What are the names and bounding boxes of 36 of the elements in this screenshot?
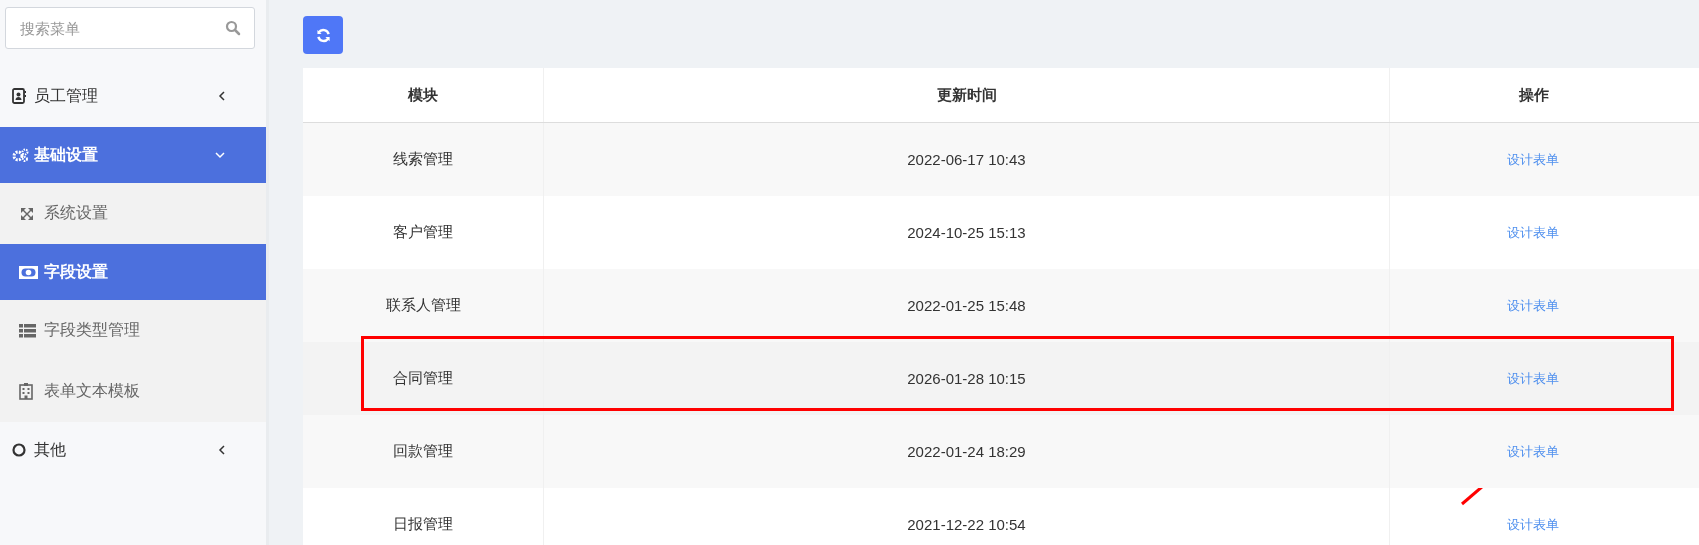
table-cell: 2022-06-17 10:43 [544,123,1390,196]
caret-down-icon [214,151,226,159]
search-field[interactable]: 搜索菜单 [5,7,255,49]
submenu-item[interactable]: 字段类型管理 [0,300,266,361]
design-form-link[interactable]: 设计表单 [1507,515,1559,534]
caret-left-icon [218,444,226,456]
design-form-link[interactable]: 设计表单 [1507,442,1559,461]
menu-item[interactable]: 员工管理 [0,65,266,127]
table-cell: 日报管理 [303,488,544,545]
building-icon [19,383,33,400]
submenu-item[interactable]: 表单文本模板 [0,361,266,422]
design-form-link[interactable]: 设计表单 [1507,296,1559,315]
table-cell: 2021-12-22 10:54 [544,488,1390,545]
table-cell: 2022-01-24 18:29 [544,415,1390,488]
refresh-button[interactable] [303,16,343,54]
column-header: 更新时间 [544,68,1390,122]
design-form-link[interactable]: 设计表单 [1507,150,1559,169]
banknote-icon [19,265,38,279]
submenu-item[interactable]: 系统设置 [0,183,266,244]
menu-item[interactable]: 其他 [0,422,266,478]
table-cell: 回款管理 [303,415,544,488]
caret-left-icon [218,90,226,102]
contact-card-icon [12,88,26,104]
design-form-link[interactable]: 设计表单 [1507,223,1559,242]
column-header: 操作 [1518,84,1550,105]
column-header: 模块 [303,68,544,122]
circle-icon [12,443,26,457]
expand-arrows-icon [19,205,35,222]
table-cell: 线索管理 [303,123,544,196]
refresh-icon [315,27,331,43]
design-form-link[interactable]: 设计表单 [1507,369,1559,388]
list-icon [19,323,36,338]
menu-item[interactable]: 基础设置 [0,127,266,183]
submenu-item[interactable]: 字段设置 [0,244,266,300]
gears-icon [12,148,29,162]
search-icon[interactable] [225,20,241,36]
